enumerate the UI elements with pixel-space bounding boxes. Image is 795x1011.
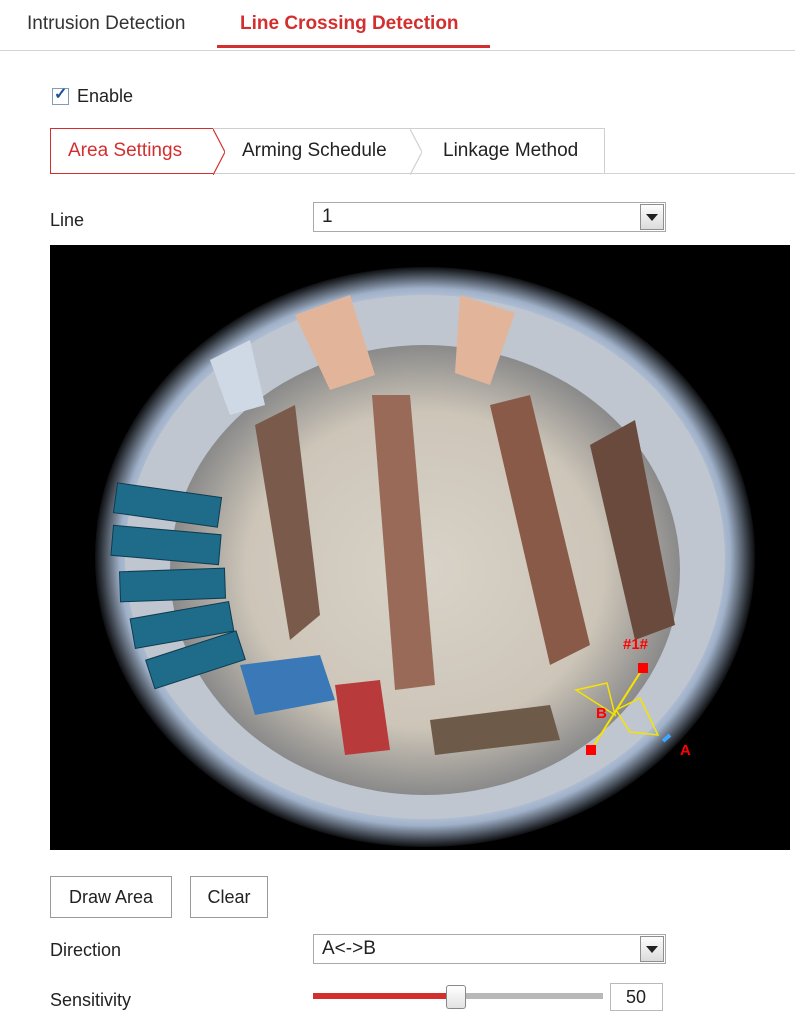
direction-select[interactable]: A<->B xyxy=(313,934,666,964)
subtab-area-settings[interactable]: Area Settings xyxy=(50,128,225,175)
sensitivity-slider-track[interactable] xyxy=(458,993,603,999)
tab-line-crossing-detection[interactable]: Line Crossing Detection xyxy=(240,13,459,35)
sensitivity-slider-thumb[interactable] xyxy=(446,985,466,1009)
chevron-right-icon xyxy=(410,129,422,175)
subtab-divider xyxy=(601,173,795,174)
sensitivity-value[interactable]: 50 xyxy=(610,983,663,1011)
video-preview[interactable]: #1# B A xyxy=(50,245,790,850)
subtab-arming-schedule-label: Arming Schedule xyxy=(242,140,387,161)
enable-checkbox[interactable]: ✓ xyxy=(52,86,69,105)
direction-select-value: A<->B xyxy=(322,938,376,959)
sensitivity-slider-fill xyxy=(313,993,458,999)
sensitivity-label: Sensitivity xyxy=(50,990,132,1010)
check-icon: ✓ xyxy=(54,86,68,103)
point-a-label: A xyxy=(680,742,691,759)
enable-row: ✓ Enable xyxy=(52,86,133,107)
line-select-value: 1 xyxy=(322,206,333,227)
tab-intrusion-detection[interactable]: Intrusion Detection xyxy=(27,13,185,35)
line-select[interactable]: 1 xyxy=(313,202,666,232)
line-label: Line xyxy=(50,210,85,230)
enable-label: Enable xyxy=(77,86,134,106)
clear-button[interactable]: Clear xyxy=(190,876,268,918)
direction-label: Direction xyxy=(50,940,122,960)
subtab-linkage-method[interactable]: Linkage Method xyxy=(410,128,605,174)
dropdown-arrow-icon[interactable] xyxy=(640,936,664,962)
chevron-right-icon xyxy=(213,129,225,175)
draw-area-button[interactable]: Draw Area xyxy=(50,876,172,918)
line-id-label: #1# xyxy=(623,636,649,653)
subtab-arming-schedule[interactable]: Arming Schedule xyxy=(213,128,422,175)
active-tab-underline xyxy=(217,45,490,48)
settings-subtabs: Area Settings Arming Schedule Linkage Me… xyxy=(50,128,605,175)
subtab-linkage-method-label: Linkage Method xyxy=(443,140,579,161)
dropdown-arrow-icon[interactable] xyxy=(640,204,664,230)
point-b-label: B xyxy=(596,705,607,722)
subtab-area-settings-label: Area Settings xyxy=(68,140,183,161)
fisheye-camera-image: #1# B A xyxy=(91,263,759,850)
detection-tabs: Intrusion Detection Line Crossing Detect… xyxy=(0,0,795,51)
